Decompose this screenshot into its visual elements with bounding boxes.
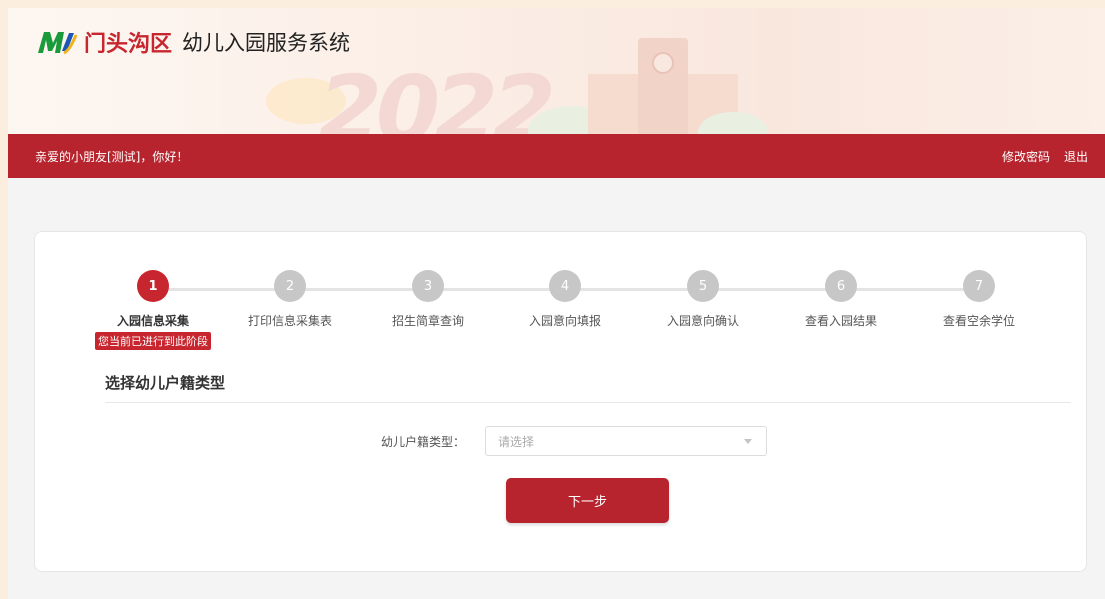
app-logo: 门头沟区 幼儿入园服务系统 (36, 26, 350, 58)
app-frame: 2022 门头沟区 幼儿入园服务系统 亲爱的小朋友[测试]，你好！ 修改密码 退… (8, 8, 1105, 599)
step-6[interactable]: 6 查看入园结果 (781, 270, 901, 329)
step-4[interactable]: 4 入园意向填报 (505, 270, 625, 329)
step-3[interactable]: 3 招生简章查询 (368, 270, 488, 329)
user-actions: 修改密码 退出 (1002, 148, 1088, 165)
household-type-select[interactable]: 请选择 (485, 426, 767, 456)
step-number: 2 (274, 270, 306, 302)
current-stage-badge: 您当前已进行到此阶段 (95, 332, 211, 350)
banner-decoration-text: 2022 (318, 56, 556, 134)
step-number: 3 (412, 270, 444, 302)
change-password-link[interactable]: 修改密码 (1002, 148, 1050, 165)
step-number: 7 (963, 270, 995, 302)
step-number: 5 (687, 270, 719, 302)
step-2[interactable]: 2 打印信息采集表 (230, 270, 350, 329)
step-number: 6 (825, 270, 857, 302)
progress-steps: 1 入园信息采集 您当前已进行到此阶段 2 打印信息采集表 3 招生简章查询 4… (35, 270, 1086, 350)
step-label: 查看空余学位 (942, 314, 1015, 328)
section-title: 选择幼儿户籍类型 (105, 374, 226, 392)
step-label: 打印信息采集表 (247, 314, 332, 328)
step-label: 入园信息采集 (116, 314, 189, 328)
select-placeholder: 请选择 (498, 434, 535, 449)
household-type-label: 幼儿户籍类型： (381, 434, 466, 449)
main-card: 1 入园信息采集 您当前已进行到此阶段 2 打印信息采集表 3 招生简章查询 4… (34, 231, 1087, 572)
step-label: 入园意向确认 (666, 314, 739, 328)
step-label: 入园意向填报 (528, 314, 601, 328)
step-5[interactable]: 5 入园意向确认 (643, 270, 763, 329)
greeting-text: 亲爱的小朋友[测试]，你好！ (35, 149, 189, 164)
step-label: 招生简章查询 (391, 314, 464, 328)
step-number: 4 (549, 270, 581, 302)
section-divider (105, 402, 1071, 403)
header-banner: 2022 门头沟区 幼儿入园服务系统 (8, 8, 1105, 134)
next-step-button[interactable]: 下一步 (506, 478, 669, 523)
district-logo-icon (38, 32, 78, 55)
step-1[interactable]: 1 入园信息采集 您当前已进行到此阶段 (93, 270, 213, 350)
chevron-down-icon (744, 438, 752, 444)
step-7[interactable]: 7 查看空余学位 (919, 270, 1039, 329)
step-label: 查看入园结果 (804, 314, 877, 328)
logout-link[interactable]: 退出 (1064, 148, 1088, 165)
system-name: 幼儿入园服务系统 (182, 31, 351, 55)
step-number: 1 (137, 270, 169, 302)
district-name: 门头沟区 (84, 32, 173, 57)
top-bar: 亲爱的小朋友[测试]，你好！ 修改密码 退出 (8, 134, 1105, 178)
household-type-row: 幼儿户籍类型： 请选择 (381, 426, 767, 456)
